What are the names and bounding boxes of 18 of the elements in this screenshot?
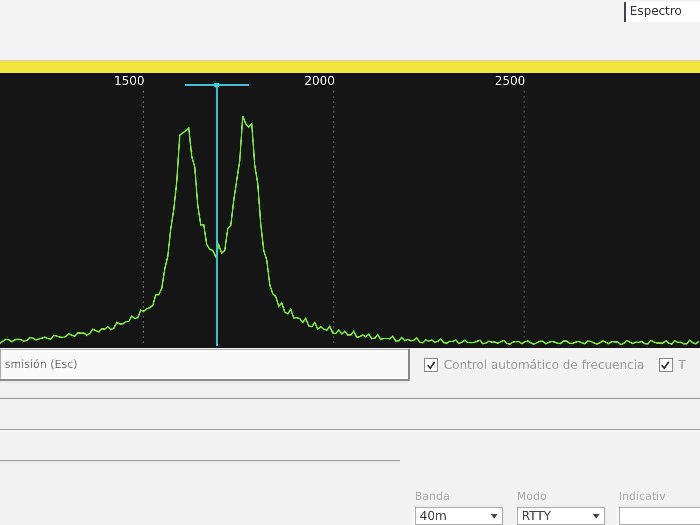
frequency-tick-label: 1500 — [114, 74, 145, 88]
checkbox[interactable] — [424, 358, 438, 372]
dropdown-field[interactable]: 40m — [415, 507, 503, 525]
frequency-tick-label: 2500 — [495, 74, 526, 88]
transmit-button[interactable]: smisión (Esc) — [0, 349, 410, 381]
checkbox-label: Control automático de frecuencia — [444, 358, 645, 372]
frequency-tick-label: 2000 — [304, 74, 336, 88]
dropdown-field[interactable]: RTTY — [517, 507, 605, 525]
field-label: Banda — [415, 490, 451, 503]
dropdown-caret-icon — [593, 514, 600, 518]
dropdown-field[interactable] — [619, 507, 700, 525]
checkbox-label: T — [678, 358, 686, 372]
spectrum-tab[interactable]: Espectro — [624, 2, 700, 22]
frequency-marker[interactable] — [185, 83, 249, 346]
field-label: Modo — [517, 490, 548, 503]
dropdown-caret-icon — [491, 514, 498, 518]
checkbox[interactable] — [658, 358, 673, 372]
field-label: Indicativ — [619, 490, 667, 503]
